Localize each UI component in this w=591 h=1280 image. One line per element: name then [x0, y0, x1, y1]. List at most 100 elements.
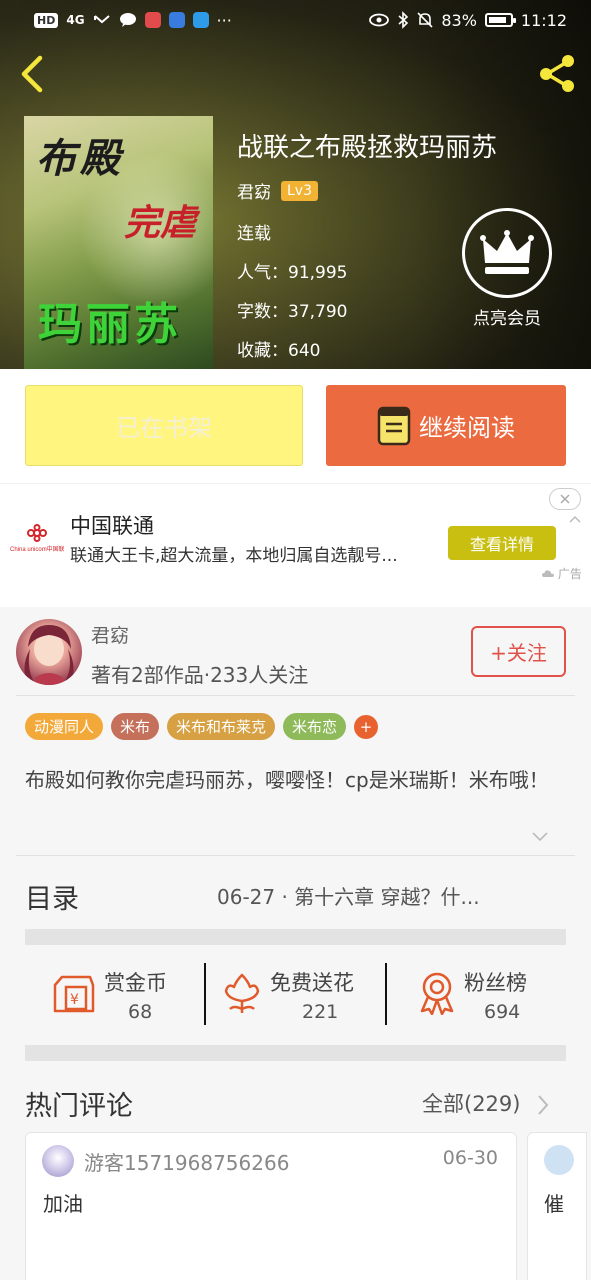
comment-card[interactable]: 催	[527, 1132, 587, 1280]
tag-item[interactable]: 米布	[111, 713, 160, 740]
comment-card[interactable]: 游客1571968756266 06-30 加油	[25, 1132, 517, 1280]
reward-flowers[interactable]: 免费送花 221	[220, 963, 380, 1033]
chevron-right-icon	[538, 1095, 549, 1115]
comment-text: 加油	[43, 1192, 83, 1216]
browser-notification-icon	[192, 12, 209, 28]
back-button[interactable]	[14, 52, 54, 96]
top-bar	[0, 48, 591, 100]
commenter-avatar	[544, 1145, 574, 1175]
ad-description: 联通大王卡,超大流量，本地归属自选靓号...	[70, 546, 398, 566]
ad-details-button[interactable]: 查看详情	[448, 526, 556, 560]
tag-item[interactable]: 米布和布莱克	[167, 713, 276, 740]
ad-title: 中国联通	[70, 514, 154, 538]
author-avatar[interactable]	[16, 619, 82, 685]
reward-label: 免费送花	[270, 971, 354, 995]
table-of-contents-row[interactable]: 目录 06-27 · 第十六章 穿越？什...	[0, 855, 591, 1152]
commenter-avatar	[42, 1145, 74, 1177]
all-comments-link[interactable]: 全部(229)	[422, 1088, 520, 1118]
chevron-left-icon	[21, 55, 43, 93]
coin-envelope-icon: ¥	[53, 975, 95, 1013]
reward-coins[interactable]: ¥ 赏金币 68	[50, 963, 190, 1033]
status-bar-right: 83% 11:12	[369, 11, 567, 30]
tag-item[interactable]: 动漫同人	[25, 713, 104, 740]
book-word-count: 字数：37,790	[237, 302, 348, 322]
book-title: 战联之布殿拯救玛丽苏	[237, 133, 498, 163]
chevron-down-icon[interactable]	[530, 829, 550, 843]
ad-tag-text: 广告	[557, 567, 582, 581]
book-description: 布殿如何教你完虐玛丽苏，嘤嘤怪！cp是米瑞斯！米布哦！	[25, 768, 549, 792]
reward-label: 粉丝榜	[464, 971, 527, 995]
tag-list: 动漫同人 米布 米布和布莱克 米布恋 +	[25, 713, 379, 740]
continue-reading-button[interactable]: 继续阅读	[326, 385, 566, 466]
book-popularity: 人气：91,995	[237, 263, 348, 283]
more-notifications-icon: ···	[216, 10, 232, 30]
ad-label: 广告	[542, 565, 582, 582]
ad-close-button[interactable]	[549, 488, 581, 510]
battery-percent: 83%	[441, 10, 477, 30]
author-level-badge: Lv3	[281, 180, 318, 201]
latest-chapter: 06-27 · 第十六章 穿越？什...	[217, 885, 480, 909]
app-notification-icon	[144, 12, 161, 28]
book-header: HD 4G ··· 83% 11:12 布殿 完虐 玛丽苏 战联之布殿拯救玛丽苏…	[0, 0, 591, 369]
continue-reading-label: 继续阅读	[419, 414, 515, 442]
flower-icon	[224, 973, 260, 1013]
mute-icon	[417, 12, 433, 28]
comment-date: 06-30	[442, 1147, 498, 1169]
follow-button[interactable]: +关注	[471, 626, 566, 677]
book-details: 君窈 著有2部作品·233人关注 +关注 动漫同人 米布 米布和布莱克 米布恋 …	[0, 607, 591, 1280]
reward-label: 赏金币	[104, 971, 167, 995]
status-bar: HD 4G ··· 83% 11:12	[0, 0, 591, 40]
book-status: 连载	[237, 224, 271, 244]
action-bar: 已在书架 继续阅读	[0, 369, 591, 483]
reward-bar: ¥ 赏金币 68 免费送花 221 粉丝榜 694	[0, 945, 591, 1045]
add-tag-button[interactable]: +	[354, 714, 379, 739]
cover-text-2: 完虐	[124, 202, 197, 244]
share-button[interactable]	[535, 50, 581, 96]
chevron-up-icon	[569, 515, 581, 523]
reward-count: 694	[484, 1001, 521, 1023]
crown-icon	[462, 208, 552, 298]
section-band	[25, 1045, 566, 1061]
hot-comments-header: 热门评论 全部(229)	[0, 1062, 591, 1142]
reward-fans[interactable]: 粉丝榜 694	[414, 963, 564, 1033]
toc-label: 目录	[25, 884, 79, 915]
divider	[16, 695, 575, 696]
close-icon	[560, 494, 570, 504]
hd-badge: HD	[34, 12, 59, 28]
message-icon	[119, 13, 136, 27]
hot-comments-title: 热门评论	[25, 1091, 133, 1122]
separator	[204, 963, 206, 1025]
vip-label: 点亮会员	[473, 309, 541, 329]
signal-badge: 4G	[66, 13, 85, 27]
book-favorites: 收藏：640	[237, 341, 321, 361]
unicom-logo: China unicom中国联通	[10, 524, 64, 553]
share-icon	[540, 55, 574, 92]
reward-count: 221	[302, 1001, 339, 1023]
cover-text-1: 布殿	[36, 135, 124, 182]
author-stats: 著有2部作品·233人关注	[91, 663, 309, 687]
in-shelf-button[interactable]: 已在书架	[25, 385, 303, 466]
author-line: 君窈 Lv3	[237, 178, 318, 203]
reward-count: 68	[128, 1001, 153, 1023]
book-cover[interactable]: 布殿 完虐 玛丽苏	[24, 116, 213, 369]
medal-icon	[420, 972, 454, 1015]
cloud-icon	[542, 570, 554, 577]
battery-icon	[484, 13, 516, 27]
ad-banner[interactable]: China unicom中国联通 中国联通 联通大王卡,超大流量，本地归属自选靓…	[0, 483, 591, 607]
clock: 11:12	[520, 10, 567, 30]
unicom-logo-text: China unicom中国联通	[10, 545, 64, 553]
svg-text:¥: ¥	[70, 992, 79, 1008]
music-notification-icon	[168, 12, 185, 28]
missed-call-icon	[93, 15, 110, 24]
vip-button[interactable]: 点亮会员	[462, 208, 552, 329]
book-author[interactable]: 君窈	[237, 178, 271, 203]
bluetooth-icon	[398, 11, 409, 29]
book-icon	[377, 406, 411, 445]
comment-text: 催	[544, 1192, 564, 1216]
eye-icon	[369, 13, 390, 27]
cover-text-3: 玛丽苏	[38, 299, 182, 350]
commenter-name: 游客1571968756266	[84, 1151, 290, 1175]
section-band	[25, 929, 566, 945]
author-name[interactable]: 君窈	[91, 621, 129, 648]
tag-item[interactable]: 米布恋	[283, 713, 347, 740]
